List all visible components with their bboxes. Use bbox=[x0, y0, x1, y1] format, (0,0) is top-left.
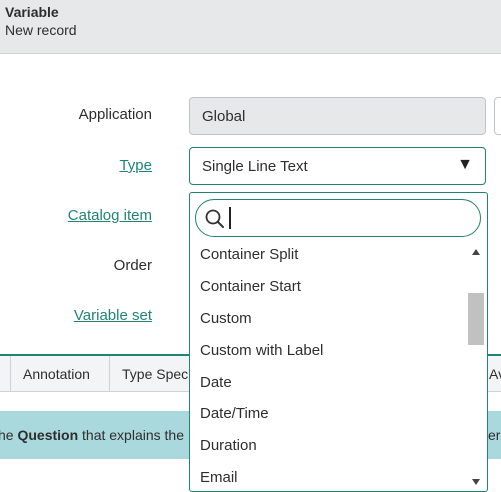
dropdown-search-box[interactable] bbox=[195, 199, 481, 237]
record-subtitle: New record bbox=[5, 22, 77, 38]
info-suffix: eri bbox=[488, 427, 501, 443]
option-container-start[interactable]: Container Start bbox=[200, 278, 301, 295]
option-container-split[interactable]: Container Split bbox=[200, 246, 298, 263]
type-select[interactable]: Single Line Text ▼ bbox=[189, 147, 486, 185]
info-bold-question: Question bbox=[17, 427, 79, 443]
type-selected-value: Single Line Text bbox=[202, 158, 308, 175]
search-icon bbox=[205, 209, 224, 228]
scroll-up-arrow-icon[interactable] bbox=[472, 249, 480, 255]
option-email[interactable]: Email bbox=[200, 469, 238, 486]
info-middle: that explains the bbox=[78, 427, 184, 443]
application-value: Global bbox=[202, 108, 246, 125]
type-dropdown-list[interactable]: Container Split Container Start Custom C… bbox=[189, 192, 488, 492]
option-custom[interactable]: Custom bbox=[200, 310, 252, 327]
option-date-time[interactable]: Date/Time bbox=[200, 405, 269, 422]
record-title: Variable bbox=[5, 4, 59, 20]
order-label: Order bbox=[113, 257, 152, 274]
application-lookup-button[interactable] bbox=[494, 97, 501, 135]
option-date[interactable]: Date bbox=[200, 374, 232, 391]
type-label-link[interactable]: Type bbox=[119, 157, 152, 174]
variable-set-label-link[interactable]: Variable set bbox=[74, 307, 152, 324]
dropdown-scrollbar[interactable] bbox=[467, 243, 485, 489]
application-field: Global bbox=[189, 97, 486, 135]
catalog-item-label-link[interactable]: Catalog item bbox=[68, 207, 152, 224]
tab-annotation[interactable]: Annotation bbox=[10, 356, 102, 392]
info-prefix: he bbox=[0, 427, 14, 443]
scroll-down-arrow-icon[interactable] bbox=[472, 479, 480, 485]
option-custom-with-label[interactable]: Custom with Label bbox=[200, 342, 323, 359]
dropdown-arrow-icon: ▼ bbox=[457, 156, 473, 173]
tab-type-specifications[interactable]: Type Spec bbox=[109, 356, 200, 392]
option-duration[interactable]: Duration bbox=[200, 437, 257, 454]
record-header: Variable New record bbox=[0, 0, 501, 54]
application-label: Application bbox=[78, 106, 152, 123]
scrollbar-thumb[interactable] bbox=[468, 293, 484, 345]
dropdown-search-input[interactable] bbox=[229, 207, 471, 229]
